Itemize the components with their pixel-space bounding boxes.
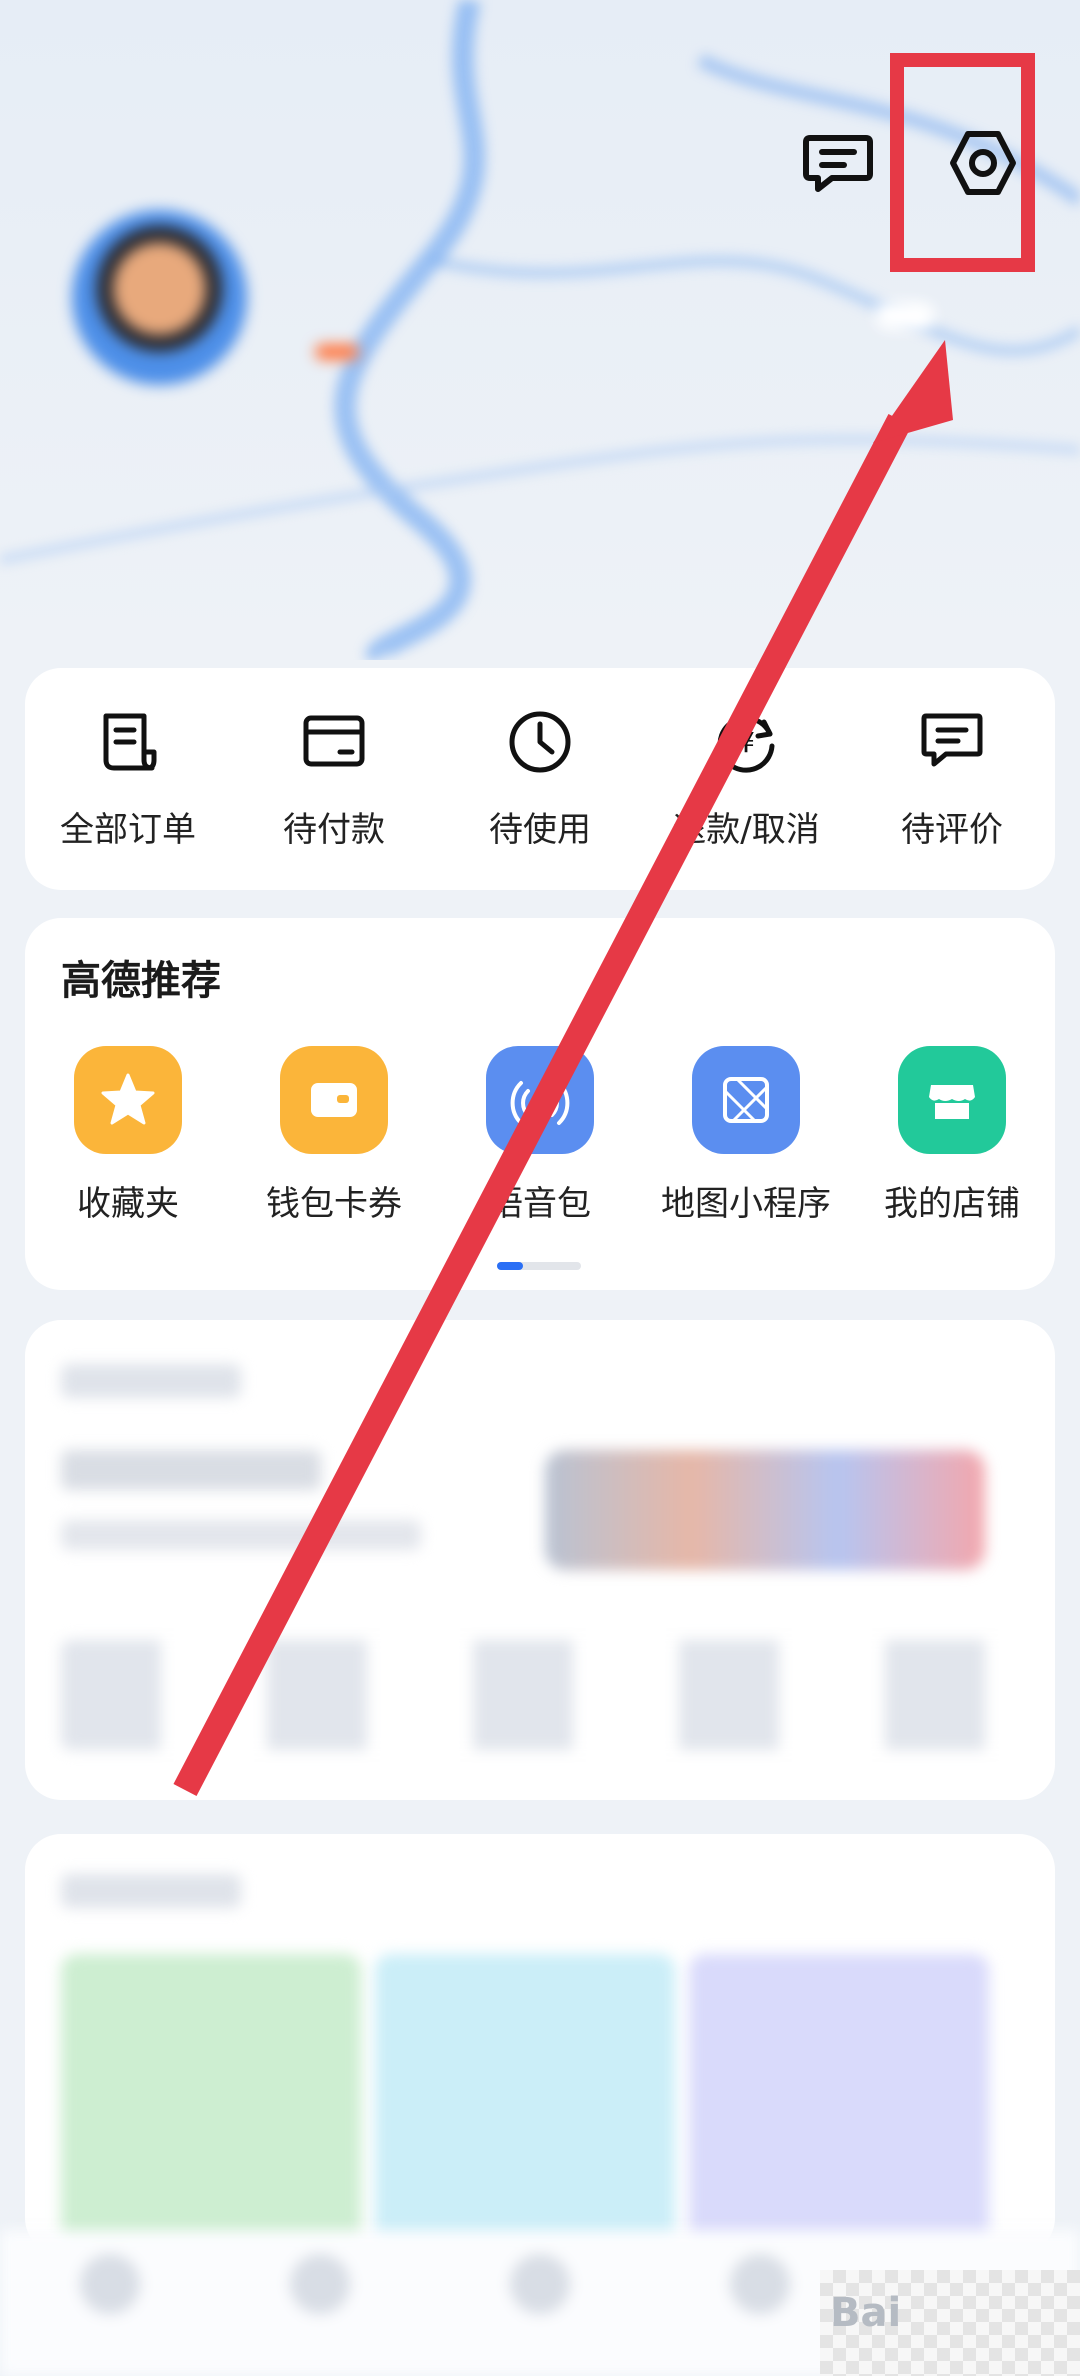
watermark-text: Bai: [830, 2290, 902, 2336]
message-icon[interactable]: [793, 118, 883, 208]
order-all-button[interactable]: 全部订单: [25, 708, 231, 851]
level-badge[interactable]: [315, 344, 359, 360]
orders-card: 全部订单 待付款 待使用 ¥ 退款/取消 待评价: [25, 668, 1055, 890]
clock-icon: [509, 711, 571, 773]
recommend-card: 高德推荐 收藏夹 钱包卡券 语音包 地图小程序 我的店铺: [25, 918, 1055, 1290]
order-refund-button[interactable]: ¥ 退款/取消: [643, 708, 849, 851]
blurred-vehicle-card: [25, 1320, 1055, 1800]
refund-icon: ¥: [717, 715, 775, 773]
order-all-label: 全部订单: [60, 810, 196, 850]
stat-item[interactable]: [815, 495, 1035, 513]
nav-item[interactable]: [730, 2254, 790, 2314]
watermark: Bai: [820, 2270, 1080, 2376]
order-review-label: 待评价: [901, 810, 1003, 850]
svg-text:¥: ¥: [737, 726, 755, 759]
favorites-label: 收藏夹: [77, 1184, 179, 1224]
order-unused-label: 待使用: [489, 810, 591, 850]
recommend-title: 高德推荐: [61, 958, 221, 1004]
order-unused-button[interactable]: 待使用: [437, 708, 643, 851]
wallet-coupons-button[interactable]: 钱包卡券: [231, 1046, 437, 1225]
avatar[interactable]: [72, 210, 247, 385]
order-unpaid-label: 待付款: [283, 810, 385, 850]
my-shop-label: 我的店铺: [884, 1184, 1020, 1224]
stats-row: [0, 495, 1080, 615]
voice-pack-label: 语音包: [489, 1184, 591, 1224]
voice-pack-icon: [486, 1046, 594, 1154]
mini-program-label: 地图小程序: [661, 1184, 831, 1224]
order-unpaid-button[interactable]: 待付款: [231, 708, 437, 851]
nav-item[interactable]: [510, 2254, 570, 2314]
wallet-card-icon: [303, 715, 365, 767]
profile-button[interactable]: [875, 302, 935, 330]
wallet-icon: [280, 1046, 388, 1154]
order-list-icon: [103, 713, 157, 771]
settings-hexagon-icon[interactable]: [938, 118, 1028, 208]
blurred-activity-card: [25, 1834, 1055, 2254]
stat-item[interactable]: [80, 495, 300, 513]
mini-program-icon: [692, 1046, 800, 1154]
stat-item[interactable]: [320, 495, 540, 513]
nav-item[interactable]: [80, 2254, 140, 2314]
voice-pack-button[interactable]: 语音包: [437, 1046, 643, 1225]
status-bar: [0, 50, 1080, 90]
stat-item[interactable]: [585, 495, 805, 513]
my-shop-button[interactable]: 我的店铺: [849, 1046, 1055, 1225]
shop-icon: [898, 1046, 1006, 1154]
page-indicator: [497, 1262, 581, 1270]
comment-icon: [921, 713, 983, 767]
favorites-button[interactable]: 收藏夹: [25, 1046, 231, 1225]
star-icon: [74, 1046, 182, 1154]
mini-program-button[interactable]: 地图小程序: [643, 1046, 849, 1225]
order-review-button[interactable]: 待评价: [849, 708, 1055, 851]
nav-item[interactable]: [290, 2254, 350, 2314]
order-refund-label: 退款/取消: [672, 810, 820, 850]
wallet-coupons-label: 钱包卡券: [266, 1184, 402, 1224]
page-indicator-active: [497, 1262, 523, 1270]
